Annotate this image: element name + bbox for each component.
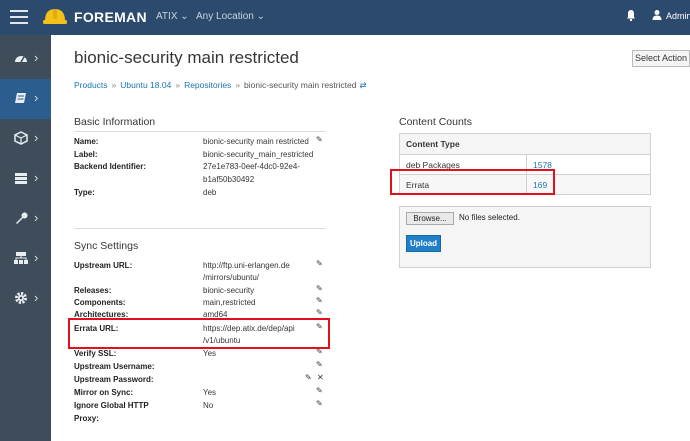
chevron-right-icon: › xyxy=(34,130,39,145)
divider xyxy=(74,131,326,132)
breadcrumb-product[interactable]: Ubuntu 18.04 xyxy=(120,80,171,90)
location-label: Any Location xyxy=(196,11,254,22)
type-value: deb xyxy=(203,188,217,197)
upload-panel: Browse... No files selected. Upload xyxy=(399,206,651,268)
ignore-global-proxy-value: No xyxy=(203,401,214,410)
upload-button[interactable]: Upload xyxy=(406,235,441,252)
organization-selector[interactable]: ATIX ⌄ xyxy=(156,11,189,22)
mirror-on-sync-value: Yes xyxy=(203,388,217,397)
upstream-password-label: Upstream Password: xyxy=(74,375,154,384)
content-icon xyxy=(15,93,26,103)
user-menu[interactable]: Admin xyxy=(666,11,690,21)
backend-identifier-value-line1: 27e1e783-0eef-4dc0-92e4- xyxy=(203,162,300,171)
breadcrumb-separator: » xyxy=(235,80,241,90)
infrastructure-icon xyxy=(14,252,28,264)
basic-info-heading: Basic Information xyxy=(74,116,156,128)
breadcrumb-repositories[interactable]: Repositories xyxy=(184,80,231,90)
errata-highlight-box xyxy=(390,169,555,195)
chevron-right-icon: › xyxy=(34,290,39,305)
chevron-down-icon: ⌄ xyxy=(256,11,265,22)
components-value: main,restricted xyxy=(203,298,256,307)
edit-icon[interactable]: ✎ xyxy=(316,399,323,408)
type-label: Type: xyxy=(74,188,95,197)
hosts-icon xyxy=(14,131,28,145)
label-value: bionic-security_main_restricted xyxy=(203,150,314,159)
sync-settings-heading: Sync Settings xyxy=(74,240,139,252)
backend-identifier-label: Backend Identifier: xyxy=(74,162,147,171)
dashboard-icon xyxy=(15,56,27,63)
switcher-icon[interactable]: ⇄ xyxy=(359,80,366,90)
nav-administer[interactable]: › xyxy=(0,279,51,319)
breadcrumb-products[interactable]: Products xyxy=(74,80,108,90)
location-selector[interactable]: Any Location ⌄ xyxy=(196,11,265,22)
ignore-global-proxy-label-line1: Ignore Global HTTP xyxy=(74,401,149,410)
browse-button[interactable]: Browse... xyxy=(406,212,454,225)
organization-label: ATIX xyxy=(156,11,178,22)
upstream-url-label: Upstream URL: xyxy=(74,261,133,270)
breadcrumb-separator: » xyxy=(111,80,117,90)
chevron-right-icon: › xyxy=(34,170,39,185)
verify-ssl-value: Yes xyxy=(203,349,217,358)
verify-ssl-label: Verify SSL: xyxy=(74,349,117,358)
nav-infrastructure[interactable]: › xyxy=(0,199,51,239)
breadcrumb-current: bionic-security main restricted xyxy=(244,80,357,90)
edit-icon[interactable]: ✎ xyxy=(316,259,323,268)
gear-icon xyxy=(15,292,27,304)
user-icon[interactable] xyxy=(652,9,662,21)
chevron-down-icon: ⌄ xyxy=(180,11,189,22)
menu-icon[interactable] xyxy=(10,10,28,24)
divider xyxy=(74,228,326,229)
select-action-button[interactable]: Select Action xyxy=(632,50,690,67)
configure-icon xyxy=(15,173,27,184)
edit-icon[interactable]: ✎ xyxy=(316,308,323,317)
label-label: Label: xyxy=(74,150,98,159)
upstream-url-value-line2: /mirrors/ubuntu/ xyxy=(203,273,260,282)
nav-network[interactable]: › xyxy=(0,239,51,279)
clear-icon[interactable]: ✕ xyxy=(317,373,324,382)
breadcrumb-separator: » xyxy=(175,80,181,90)
page-title: bionic-security main restricted xyxy=(74,48,299,67)
brand-name[interactable]: FOREMAN xyxy=(74,9,147,25)
nav-monitor[interactable]: › xyxy=(0,39,51,79)
nav-content[interactable]: › xyxy=(0,79,51,119)
chevron-right-icon: › xyxy=(34,90,39,105)
mirror-on-sync-label: Mirror on Sync: xyxy=(74,388,134,397)
table-header: Content Type xyxy=(400,134,650,154)
bell-icon[interactable] xyxy=(626,9,636,21)
file-status: No files selected. xyxy=(459,213,520,222)
errata-url-highlight-box xyxy=(68,318,330,349)
edit-icon[interactable]: ✎ xyxy=(316,296,323,305)
components-label: Components: xyxy=(74,298,126,307)
top-navbar: FOREMAN ATIX ⌄ Any Location ⌄ Admin xyxy=(0,0,690,35)
chevron-right-icon: › xyxy=(34,210,39,225)
edit-icon[interactable]: ✎ xyxy=(316,360,323,369)
ignore-global-proxy-label-line2: Proxy: xyxy=(74,414,99,423)
chevron-right-icon: › xyxy=(34,250,39,265)
name-value: bionic-security main restricted xyxy=(203,137,309,146)
edit-icon[interactable]: ✎ xyxy=(316,284,323,293)
breadcrumb: Products» Ubuntu 18.04» Repositories» bioni… xyxy=(74,80,367,91)
nav-hosts[interactable]: › xyxy=(0,119,51,159)
chevron-right-icon: › xyxy=(34,50,39,65)
releases-label: Releases: xyxy=(74,286,112,295)
nav-configure[interactable]: › xyxy=(0,159,51,199)
name-label: Name: xyxy=(74,137,99,146)
foreman-logo[interactable] xyxy=(42,5,68,29)
edit-icon[interactable]: ✎ xyxy=(316,386,323,395)
edit-icon[interactable]: ✎ xyxy=(305,373,312,382)
edit-icon[interactable]: ✎ xyxy=(316,135,323,144)
upstream-url-value-line1: http://ftp.uni-erlangen.de xyxy=(203,261,290,270)
side-navigation: › › › › › › › xyxy=(0,35,51,441)
backend-identifier-value-line2: b1af50b30492 xyxy=(203,175,255,184)
content-counts-heading: Content Counts xyxy=(399,116,472,128)
releases-value: bionic-security xyxy=(203,286,255,295)
upstream-username-label: Upstream Username: xyxy=(74,362,155,371)
content-type-header: Content Type xyxy=(406,139,460,149)
wrench-icon xyxy=(16,212,28,224)
